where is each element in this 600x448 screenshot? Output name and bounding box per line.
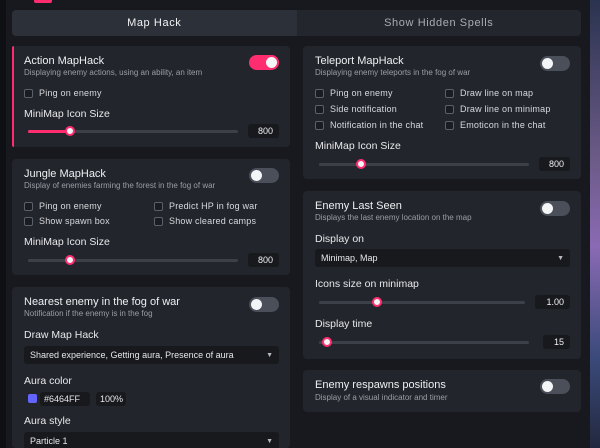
ping-on-enemy-checkbox[interactable]: Ping on enemy [315, 88, 393, 98]
teleport-maphack-toggle[interactable] [540, 56, 570, 71]
display-time-slider[interactable] [319, 335, 529, 349]
panel-title: Nearest enemy in the fog of war [24, 296, 180, 308]
panel-subtitle: Display of a visual indicator and timer [315, 393, 448, 402]
checkbox-label: Show spawn box [39, 216, 110, 226]
icon-size-slider[interactable] [28, 124, 238, 138]
show-cleared-camps-checkbox[interactable]: Show cleared camps [154, 216, 256, 226]
checkbox-label: Ping on enemy [330, 88, 393, 98]
nearest-enemy-panel: Nearest enemy in the fog of war Notifica… [12, 287, 290, 448]
checkbox-label: Notification in the chat [330, 120, 424, 130]
panel-title: Enemy Last Seen [315, 200, 402, 212]
icon-size-value[interactable]: 800 [248, 253, 279, 267]
display-on-label: Display on [315, 233, 365, 245]
ping-on-enemy-checkbox[interactable]: Ping on enemy [24, 88, 102, 98]
draw-line-on-map-checkbox[interactable]: Draw line on map [445, 88, 533, 98]
panel-subtitle: Notification if the enemy is in the fog [24, 309, 153, 318]
slider-handle[interactable] [371, 297, 382, 307]
icon-size-value[interactable]: 800 [539, 157, 570, 171]
enemy-respawns-toggle[interactable] [540, 379, 570, 394]
checkbox-label: Draw line on minimap [460, 104, 551, 114]
checkbox-label: Ping on enemy [39, 88, 102, 98]
tab-map-hack[interactable]: Map Hack [12, 10, 297, 36]
slider-handle[interactable] [65, 255, 75, 265]
action-maphack-toggle[interactable] [249, 55, 279, 70]
jungle-maphack-toggle[interactable] [249, 168, 279, 183]
slider-handle[interactable] [322, 337, 333, 347]
display-on-select[interactable]: Minimap, Map ▼ [315, 249, 570, 267]
panel-subtitle: Display of enemies farming the forest in… [24, 181, 216, 190]
panel-title: Action MapHack [24, 55, 105, 67]
select-value: Minimap, Map [321, 253, 378, 263]
aura-style-label: Aura style [24, 415, 71, 427]
chevron-down-icon: ▼ [557, 254, 564, 262]
panel-subtitle: Displays the last enemy location on the … [315, 213, 472, 222]
chevron-down-icon: ▼ [266, 351, 273, 359]
notification-in-chat-checkbox[interactable]: Notification in the chat [315, 120, 423, 130]
show-spawn-box-checkbox[interactable]: Show spawn box [24, 216, 110, 226]
icon-size-label: MiniMap Icon Size [24, 108, 110, 120]
action-maphack-panel: Action MapHack Displaying enemy actions,… [12, 46, 290, 147]
panel-title: Teleport MapHack [315, 55, 404, 67]
icons-size-label: Icons size on minimap [315, 278, 419, 290]
side-notification-checkbox[interactable]: Side notification [315, 104, 397, 114]
checkbox-label: Predict HP in fog war [169, 201, 258, 211]
draw-map-hack-label: Draw Map Hack [24, 329, 99, 341]
slider-handle[interactable] [356, 159, 366, 169]
checkbox-label: Emoticon in the chat [460, 120, 546, 130]
tab-bar: Map Hack Show Hidden Spells [12, 10, 581, 36]
panel-subtitle: Displaying enemy teleports in the fog of… [315, 68, 471, 77]
jungle-maphack-panel: Jungle MapHack Display of enemies farmin… [12, 159, 290, 275]
enemy-last-seen-panel: Enemy Last Seen Displays the last enemy … [303, 191, 581, 359]
icon-size-label: MiniMap Icon Size [24, 236, 110, 248]
icon-size-slider[interactable] [28, 253, 238, 267]
ping-on-enemy-checkbox[interactable]: Ping on enemy [24, 201, 102, 211]
emoticon-in-chat-checkbox[interactable]: Emoticon in the chat [445, 120, 546, 130]
checkbox-box[interactable] [24, 88, 33, 98]
panel-subtitle: Displaying enemy actions, using an abili… [24, 68, 203, 77]
icon-size-slider[interactable] [319, 157, 529, 171]
enemy-last-seen-toggle[interactable] [540, 201, 570, 216]
teleport-maphack-panel: Teleport MapHack Displaying enemy telepo… [303, 46, 581, 179]
icons-size-value[interactable]: 1.00 [535, 295, 570, 309]
checkbox-label: Ping on enemy [39, 201, 102, 211]
aura-color-label: Aura color [24, 375, 72, 387]
background-art [590, 0, 600, 448]
aura-color-hex[interactable]: #6464FF [40, 392, 90, 406]
draw-map-hack-select[interactable]: Shared experience, Getting aura, Presenc… [24, 346, 279, 364]
predict-hp-checkbox[interactable]: Predict HP in fog war [154, 201, 258, 211]
chevron-down-icon: ▼ [266, 437, 273, 445]
panel-title: Enemy respawns positions [315, 379, 446, 391]
icon-size-value[interactable]: 800 [248, 124, 279, 138]
nearest-enemy-toggle[interactable] [249, 297, 279, 312]
icon-size-label: MiniMap Icon Size [315, 140, 401, 152]
icons-size-slider[interactable] [319, 295, 525, 309]
draw-line-on-minimap-checkbox[interactable]: Draw line on minimap [445, 104, 551, 114]
display-time-label: Display time [315, 318, 373, 330]
slider-handle[interactable] [65, 126, 75, 136]
panel-title: Jungle MapHack [24, 168, 106, 180]
enemy-respawns-panel: Enemy respawns positions Display of a vi… [303, 370, 581, 412]
aura-opacity[interactable]: 100% [96, 392, 126, 406]
checkbox-label: Show cleared camps [169, 216, 257, 226]
tab-show-hidden-spells[interactable]: Show Hidden Spells [297, 10, 582, 36]
display-time-value[interactable]: 15 [543, 335, 570, 349]
aura-style-select[interactable]: Particle 1 ▼ [24, 432, 279, 448]
checkbox-label: Side notification [330, 104, 397, 114]
left-edge [0, 0, 6, 448]
aura-color-swatch[interactable] [28, 394, 37, 403]
checkbox-label: Draw line on map [460, 88, 534, 98]
select-value: Shared experience, Getting aura, Presenc… [30, 350, 234, 360]
select-value: Particle 1 [30, 436, 68, 446]
top-accent [34, 0, 52, 3]
